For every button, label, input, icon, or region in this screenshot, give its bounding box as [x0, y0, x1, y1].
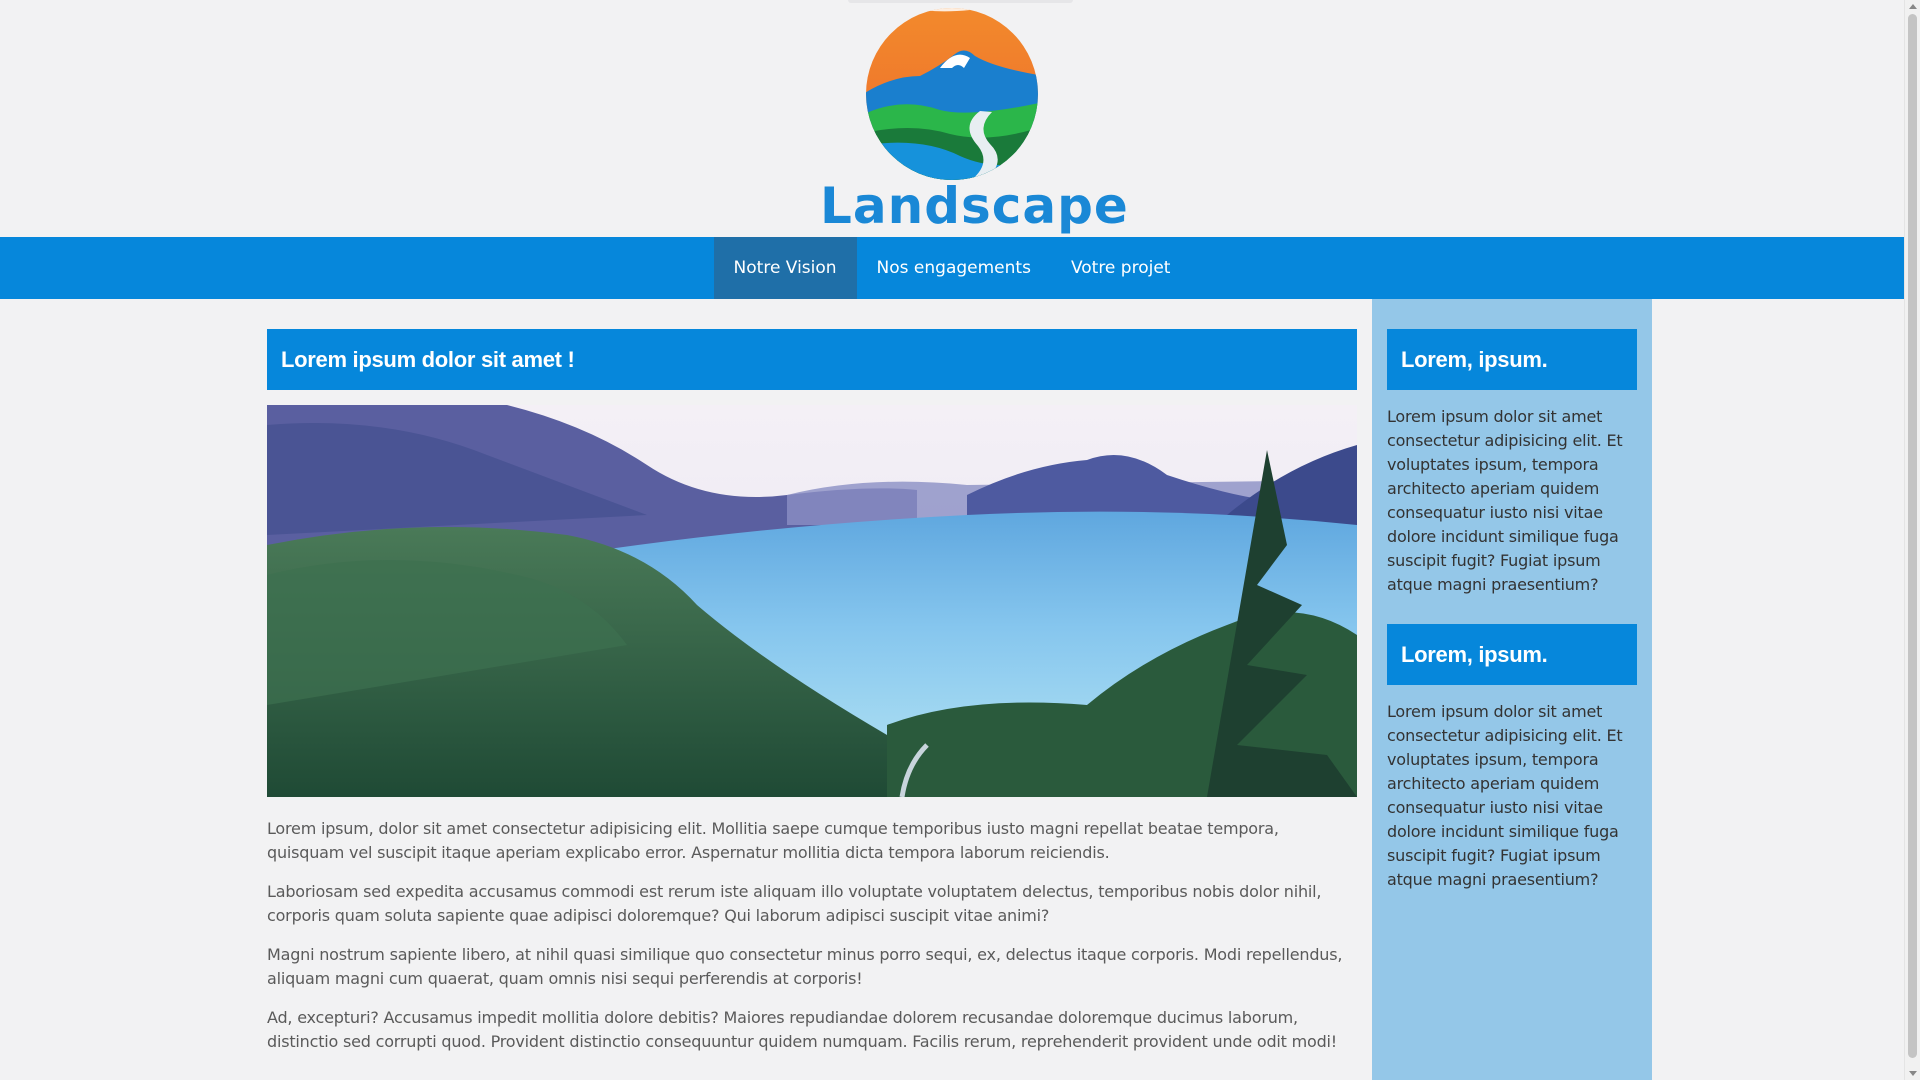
sidebar-block-text: Lorem ipsum dolor sit amet consectetur a…: [1387, 407, 1623, 594]
sidebar-block-text: Lorem ipsum dolor sit amet consectetur a…: [1387, 702, 1623, 889]
scrollbar-thumb[interactable]: [1908, 14, 1917, 1058]
main-content: Lorem ipsum dolor sit amet ! Lorem ipsum…: [267, 329, 1357, 1054]
main-nav: Notre Vision Nos engagements Votre proje…: [0, 237, 1904, 299]
sidebar-block-title: Lorem, ipsum.: [1387, 624, 1637, 685]
paragraph: Lorem ipsum, dolor sit amet consectetur …: [267, 819, 1279, 862]
sidebar-block-title: Lorem, ipsum.: [1387, 329, 1637, 390]
nav-item-nos-engagements[interactable]: Nos engagements: [857, 237, 1051, 299]
hero-image: [267, 405, 1357, 797]
sidebar: Lorem, ipsum. Lorem ipsum dolor sit amet…: [1372, 299, 1652, 1080]
logo-text[interactable]: Landscape: [820, 178, 1128, 234]
page-title: Lorem ipsum dolor sit amet !: [267, 329, 1357, 390]
nav-item-notre-vision[interactable]: Notre Vision: [713, 237, 857, 299]
vertical-scrollbar[interactable]: [1904, 0, 1920, 1080]
nav-item-votre-projet[interactable]: Votre projet: [1051, 237, 1191, 299]
top-tab: [848, 0, 1073, 3]
sidebar-block: Lorem, ipsum. Lorem ipsum dolor sit amet…: [1387, 329, 1637, 597]
landscape-logo-icon[interactable]: [860, 6, 1044, 181]
sidebar-block: Lorem, ipsum. Lorem ipsum dolor sit amet…: [1387, 624, 1637, 892]
site-header: Landscape: [0, 0, 1904, 237]
paragraph: Laboriosam sed expedita accusamus commod…: [267, 882, 1322, 925]
paragraph: Ad, excepturi? Accusamus impedit molliti…: [267, 1008, 1338, 1051]
paragraph: Magni nostrum sapiente libero, at nihil …: [267, 945, 1343, 988]
scroll-up-icon[interactable]: [1909, 4, 1917, 9]
scroll-down-icon[interactable]: [1909, 1071, 1917, 1076]
